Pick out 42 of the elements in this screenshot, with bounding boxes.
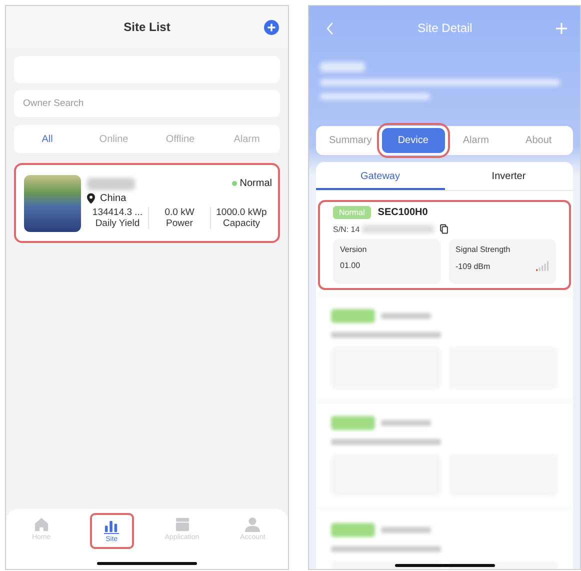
stat-value: 1000.0 kWp — [216, 206, 267, 218]
status-badge: Normal — [333, 206, 371, 219]
segment-tab[interactable]: Alarm — [444, 128, 508, 153]
back-icon[interactable] — [326, 22, 334, 34]
filter-tab[interactable]: Alarm — [214, 125, 280, 153]
box-icon — [174, 517, 190, 532]
filter-tab[interactable]: Offline — [147, 125, 214, 153]
location-text: China — [100, 192, 126, 204]
home-icon — [34, 517, 49, 532]
info-value: 01.00 — [340, 261, 360, 270]
info-label: Signal Strength — [456, 245, 512, 254]
signal-icon — [536, 261, 549, 271]
add-icon[interactable] — [264, 20, 279, 35]
segment-tab[interactable]: About — [507, 128, 570, 153]
filter-tab[interactable]: Online — [80, 125, 147, 153]
bar-chart-icon — [104, 519, 120, 534]
stat-label: Power — [166, 218, 193, 228]
segment-tab[interactable]: Summary — [319, 128, 382, 153]
status-text: Normal — [240, 178, 272, 189]
person-icon — [245, 517, 260, 532]
filter-tab[interactable]: All — [14, 125, 80, 153]
site-card[interactable]: Normal China 134414.3 ... Daily Yield 0.0 kW Power 1000.0 kWp Capacity — [14, 163, 280, 243]
location-pin-icon — [87, 192, 95, 204]
screen-title: Site List — [124, 20, 170, 34]
info-label: Version — [340, 245, 368, 254]
stat-label: Capacity — [223, 218, 260, 228]
stat-value: 0.0 kW — [164, 206, 194, 218]
info-value: -109 dBm — [456, 262, 490, 271]
sub-tab[interactable]: Gateway — [316, 162, 444, 190]
stat-label: Daily Yield — [95, 218, 140, 228]
sub-tab[interactable]: Inverter — [444, 162, 573, 190]
device-card[interactable]: Normal SEC100H0 S/N: 14 Version 01.00 Signal Strength -109 dBm — [318, 200, 571, 290]
device-model: SEC100H0 — [378, 207, 428, 218]
copy-icon[interactable] — [440, 224, 448, 234]
add-icon[interactable] — [556, 22, 567, 34]
photo-placeholder — [24, 174, 81, 232]
serial-number: S/N: 14 — [333, 224, 360, 234]
owner-search-field[interactable]: Owner Search — [14, 90, 280, 117]
segment-tab[interactable]: Device — [382, 128, 444, 153]
stat-value: 134414.3 ... — [92, 206, 143, 218]
blurred-name — [87, 178, 135, 190]
screen-title: Site Detail — [418, 21, 472, 35]
